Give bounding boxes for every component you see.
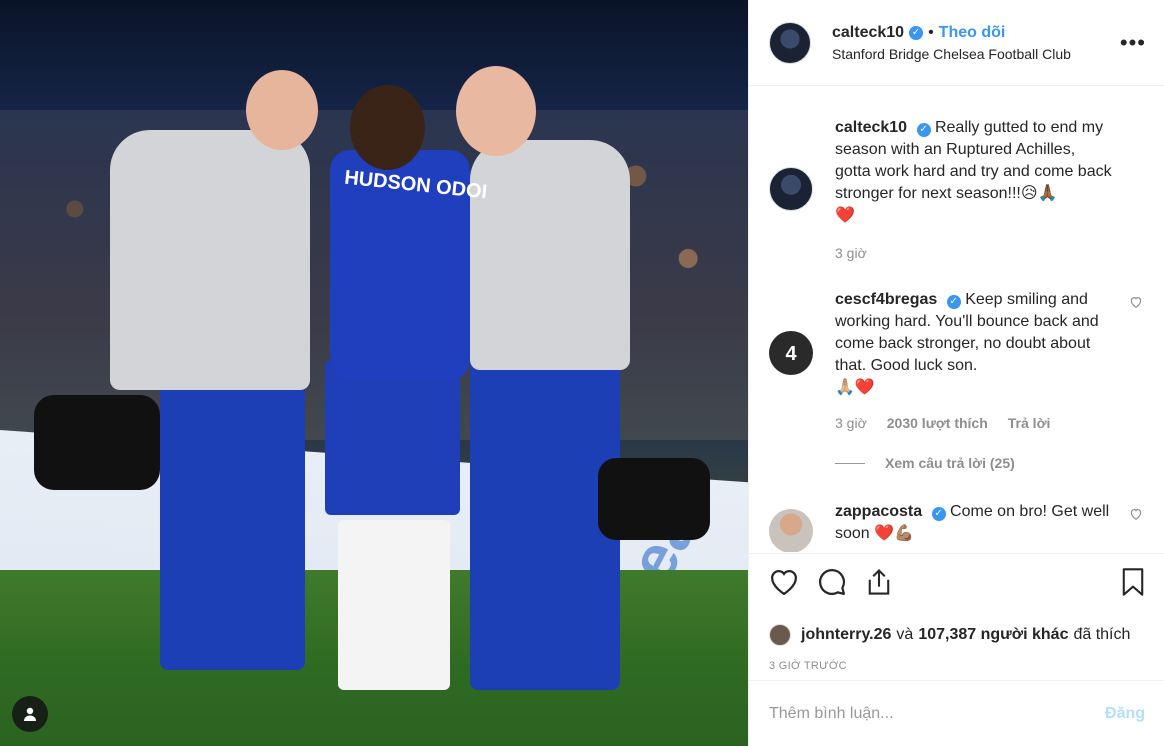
comment-input[interactable] [769, 704, 1095, 723]
separator-dot: • [928, 23, 934, 41]
user-tag-icon[interactable] [12, 696, 48, 732]
heart-icon[interactable] [769, 568, 799, 601]
comment-emoji: 🙏🏼❤️ [835, 379, 875, 396]
medical-bag-left [34, 395, 160, 490]
view-replies-button[interactable]: Xem câu trả lời (25) [835, 455, 1115, 471]
post-photo[interactable]: chelsea fc HUDSON ODOI [0, 0, 748, 746]
add-comment-bar: Đăng [749, 680, 1164, 746]
post-details-panel: calteck10 ✓ • Theo dõi Stanford Bridge C… [748, 0, 1164, 746]
verified-icon: ✓ [931, 507, 946, 521]
location-link[interactable]: Stanford Bridge Chelsea Football Club [832, 46, 1071, 62]
medical-bag-right [598, 458, 710, 540]
verified-icon: ✓ [946, 295, 961, 309]
comment-like-icon[interactable] [1129, 507, 1143, 521]
comment-item: zappacosta ✓ Come on bro! Get well soon … [749, 501, 1164, 552]
comment-like-icon[interactable] [1129, 295, 1143, 309]
likes-summary: johnterry.26 và 107,387 người khác đã th… [769, 624, 1145, 646]
likes-suffix: đã thích [1073, 626, 1131, 643]
comments-list[interactable]: calteck10 ✓ Really gutted to end my seas… [749, 87, 1164, 552]
caption-author-avatar[interactable] [769, 167, 813, 211]
reply-button[interactable]: Trả lời [1008, 415, 1051, 431]
comment-icon[interactable] [817, 567, 847, 602]
comment-time[interactable]: 3 giờ [835, 415, 867, 431]
follow-button[interactable]: Theo dõi [939, 24, 1006, 42]
svg-text:4: 4 [785, 343, 797, 365]
post-header: calteck10 ✓ • Theo dõi Stanford Bridge C… [749, 0, 1164, 86]
liker-avatar[interactable] [769, 624, 791, 646]
post-comment-button[interactable]: Đăng [1105, 705, 1145, 723]
author-avatar[interactable] [769, 21, 811, 64]
more-options-button[interactable]: ••• [1120, 30, 1146, 56]
share-icon[interactable] [865, 567, 893, 602]
verified-icon: ✓ [909, 25, 924, 40]
likes-and: và [896, 626, 914, 643]
caption: calteck10 ✓ Really gutted to end my seas… [749, 117, 1164, 261]
caption-heart-emoji: ❤️ [835, 207, 855, 224]
comment-username[interactable]: cescf4bregas [835, 291, 937, 308]
post-actions: johnterry.26 và 107,387 người khác đã th… [749, 553, 1164, 672]
comment-item: 4 cescf4bregas ✓ Keep smiling and workin… [749, 289, 1164, 471]
liker-username[interactable]: johnterry.26 [801, 626, 891, 644]
comment-username[interactable]: zappacosta [835, 503, 922, 520]
author-username[interactable]: calteck10 [832, 24, 904, 42]
commenter-avatar[interactable]: 4 [769, 331, 813, 375]
likes-count[interactable]: 107,387 người khác [918, 626, 1068, 644]
bookmark-icon[interactable] [1121, 567, 1145, 602]
caption-time[interactable]: 3 giờ [835, 245, 867, 261]
comment-likes[interactable]: 2030 lượt thích [887, 415, 988, 431]
commenter-avatar[interactable] [769, 509, 813, 552]
caption-username[interactable]: calteck10 [835, 119, 907, 136]
verified-icon: ✓ [916, 123, 931, 137]
post-timestamp[interactable]: 3 GIỜ TRƯỚC [769, 660, 1145, 672]
